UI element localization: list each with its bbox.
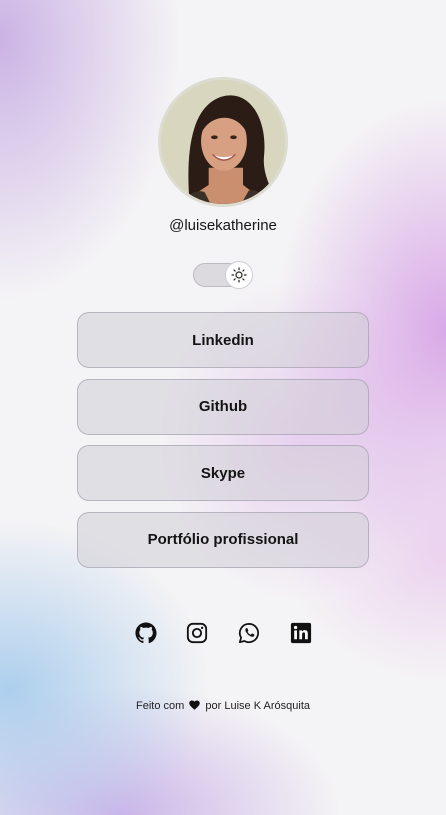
- page: @luisekatherine Linkedin Github Skype Po…: [0, 0, 446, 815]
- linkedin-link-button[interactable]: Linkedin: [77, 312, 369, 368]
- social-icons: [133, 622, 315, 646]
- link-list: Linkedin Github Skype Portfólio profissi…: [77, 312, 369, 578]
- sun-icon[interactable]: [225, 261, 253, 289]
- skype-link-button[interactable]: Skype: [77, 445, 369, 501]
- avatar-photo: [161, 80, 285, 204]
- whatsapp-icon[interactable]: [238, 622, 260, 644]
- footer-prefix: Feito com: [136, 700, 185, 712]
- github-link-button[interactable]: Github: [77, 378, 369, 435]
- footer-author: por Luise K Arósquita: [205, 700, 310, 712]
- avatar: [158, 77, 288, 207]
- github-icon[interactable]: [135, 622, 157, 644]
- footer: Feito com por Luise K Arósquita: [0, 700, 446, 713]
- username: @luisekatherine: [169, 217, 277, 234]
- instagram-icon[interactable]: [186, 622, 208, 644]
- heart-icon: [189, 700, 201, 713]
- theme-toggle[interactable]: [193, 261, 253, 289]
- portfolio-link-button[interactable]: Portfólio profissional: [77, 511, 369, 568]
- linkedin-icon[interactable]: [290, 622, 312, 644]
